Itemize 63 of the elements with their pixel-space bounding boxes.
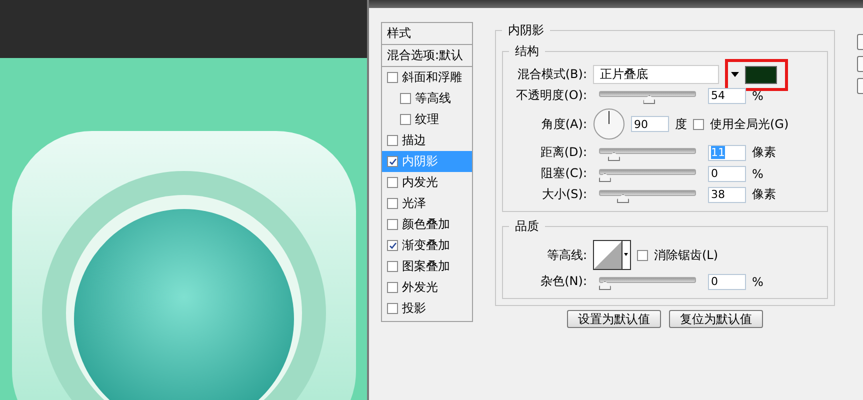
value-field[interactable]: 54: [708, 88, 746, 104]
field-label: 距离(D):: [539, 144, 587, 161]
list-item[interactable]: 斜面和浮雕: [382, 67, 472, 88]
list-item[interactable]: 外发光: [382, 277, 472, 298]
list-item[interactable]: 混合选项:默认: [382, 45, 472, 67]
checkbox-label: 使用全局光(G): [710, 116, 789, 132]
list-item[interactable]: 投影: [382, 298, 472, 319]
field-label: 杂色(N):: [540, 273, 587, 290]
caret-icon[interactable]: [731, 72, 739, 77]
list-item[interactable]: 内发光: [382, 172, 472, 193]
dialog-button[interactable]: 复位为默认值: [669, 310, 763, 328]
list-item[interactable]: 描边: [382, 130, 472, 151]
checkbox[interactable]: [387, 198, 398, 209]
value-field[interactable]: 0: [708, 274, 746, 290]
color-swatch[interactable]: [745, 66, 777, 84]
checkbox[interactable]: [387, 282, 398, 293]
checkbox[interactable]: [387, 240, 398, 251]
unit-label: %: [752, 88, 764, 102]
unit-label: 度: [675, 116, 687, 132]
checkbox[interactable]: [387, 219, 398, 230]
checkbox[interactable]: [387, 135, 398, 146]
group-title: 内阴影: [507, 22, 545, 39]
unit-label: 像素: [752, 186, 776, 203]
list-item[interactable]: 光泽: [382, 193, 472, 214]
list-item[interactable]: 图案叠加: [382, 256, 472, 277]
value-field[interactable]: 90: [631, 116, 669, 132]
dialog-button[interactable]: 设置为默认值: [567, 310, 661, 328]
field-label: 不透明度(O):: [515, 87, 587, 104]
value-field[interactable]: 0: [708, 166, 746, 182]
group-title: 品质: [514, 218, 540, 235]
checkbox[interactable]: [400, 114, 411, 125]
list-header: 样式: [382, 23, 472, 45]
field-label: 大小(S):: [540, 186, 587, 203]
list-item[interactable]: 颜色叠加: [382, 214, 472, 235]
unit-label: %: [752, 166, 764, 180]
blend-mode-dropdown[interactable]: 正片叠底: [593, 65, 719, 84]
angle-dial[interactable]: [593, 108, 625, 140]
checkbox[interactable]: [637, 250, 648, 260]
field-label: 阻塞(C):: [540, 165, 587, 182]
slider[interactable]: [599, 190, 696, 203]
group-title: 结构: [514, 43, 540, 60]
contour-picker[interactable]: [593, 240, 631, 270]
list-item[interactable]: 等高线: [382, 88, 472, 109]
checkbox[interactable]: [387, 303, 398, 314]
field-label: 角度(A):: [540, 116, 587, 132]
value-field[interactable]: 38: [708, 186, 746, 202]
checkbox[interactable]: [387, 261, 398, 272]
list-item[interactable]: 纹理: [382, 109, 472, 130]
checkbox-label: 消除锯齿(L): [654, 246, 718, 264]
field-label: 混合模式(B):: [516, 66, 587, 83]
checkbox[interactable]: [387, 72, 398, 83]
field-label: 等高线:: [546, 246, 587, 264]
slider[interactable]: [599, 169, 696, 182]
checkbox[interactable]: [387, 156, 398, 167]
checkbox[interactable]: [400, 93, 411, 104]
unit-label: 像素: [752, 144, 776, 161]
slider[interactable]: [599, 91, 696, 104]
slider[interactable]: [599, 277, 696, 290]
list-item[interactable]: 渐变叠加: [382, 235, 472, 256]
checkbox[interactable]: [387, 177, 398, 188]
slider[interactable]: [599, 148, 696, 161]
unit-label: %: [752, 274, 764, 288]
checkbox[interactable]: [693, 118, 704, 130]
